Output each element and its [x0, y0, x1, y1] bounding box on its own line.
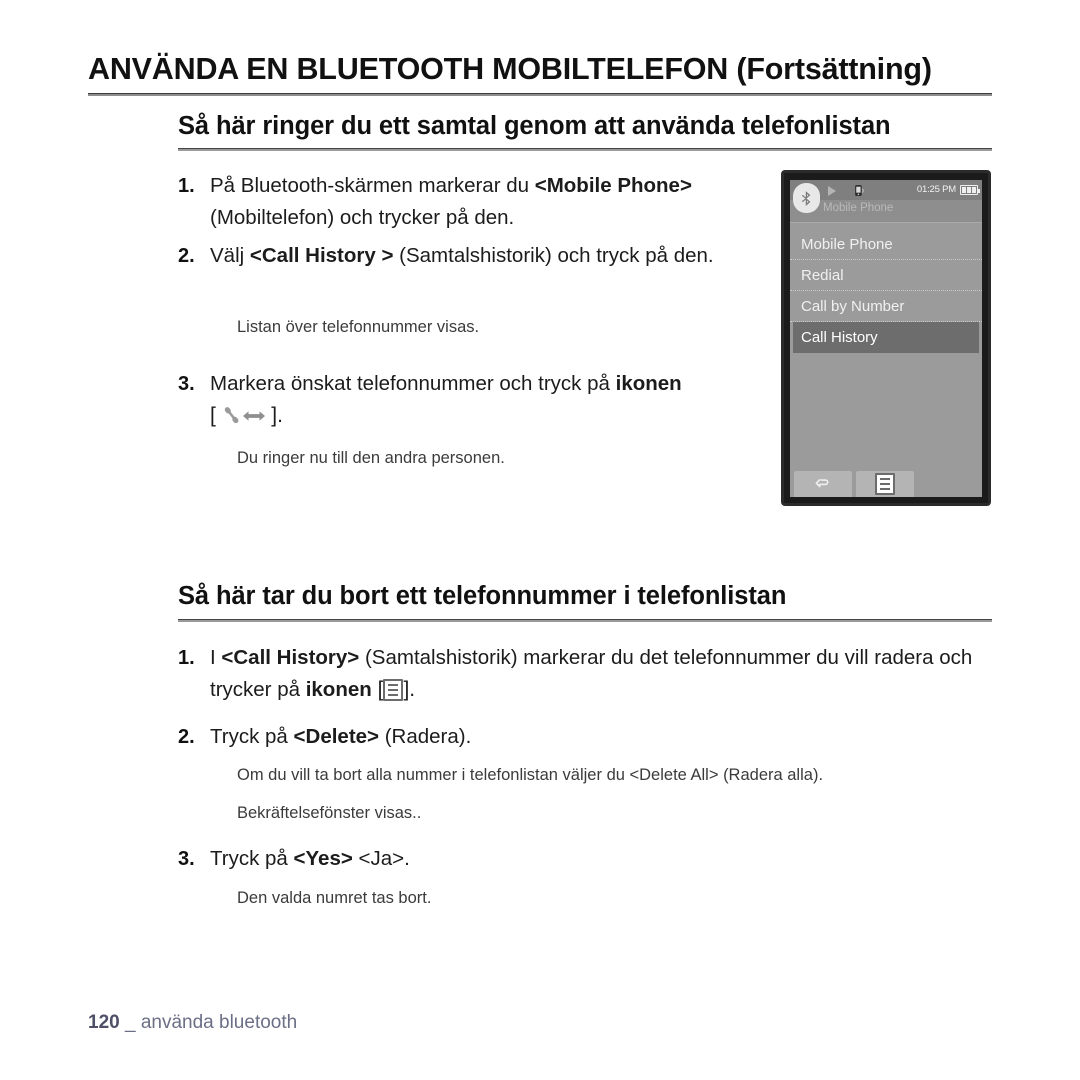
step-text-part: (Radera).: [379, 725, 472, 748]
footer-separator: _: [124, 1012, 136, 1033]
step-number: 2.: [178, 245, 195, 267]
chapter-title: ANVÄNDA EN BLUETOOTH MOBILTELEFON (Forts…: [88, 52, 932, 86]
step-item: 1. På Bluetooth-skärmen markerar du <Mob…: [178, 170, 738, 234]
step-text-bold: <Yes>: [293, 847, 353, 870]
bracket-open: [: [210, 404, 216, 427]
menu-list-icon: [383, 679, 404, 701]
step-text-bold: ikonen: [305, 678, 372, 701]
step-number: 3.: [178, 848, 195, 870]
step-number: 1.: [178, 647, 195, 669]
step-text: I <Call History> (Samtalshistorik) marke…: [210, 642, 990, 706]
step-text: På Bluetooth-skärmen markerar du <Mobile…: [210, 170, 738, 234]
menu-item-mobile-phone[interactable]: Mobile Phone: [790, 229, 982, 260]
status-time: 01:25 PM: [916, 184, 956, 195]
step-text-part: Markera önskat telefonnummer och tryck p…: [210, 372, 616, 395]
battery-full-icon: [960, 185, 980, 195]
section-heading-delete: Så här tar du bort ett telefonnummer i t…: [178, 582, 787, 610]
step-text-part: (Mobiltelefon) och trycker på den.: [210, 206, 515, 229]
step-item: 3. Markera önskat telefonnummer och tryc…: [178, 368, 758, 432]
step-text-part: Välj: [210, 244, 250, 267]
step-text-part: På Bluetooth-skärmen markerar du: [210, 174, 535, 197]
step-text: Tryck på <Yes> <Ja>.: [210, 843, 410, 875]
handset-glyph: [224, 407, 238, 424]
step-note: Listan över telefonnummer visas.: [237, 318, 480, 336]
play-icon: [828, 186, 836, 196]
bracket-close: ].: [271, 404, 283, 427]
bracket-close: ].: [403, 678, 416, 701]
step-text-part: I: [210, 646, 222, 669]
step-note: Om du vill ta bort alla nummer i telefon…: [237, 766, 824, 784]
section-heading-rule: [178, 148, 992, 151]
step-item: 2. Välj <Call History > (Samtalshistorik…: [178, 240, 758, 272]
step-note: Du ringer nu till den andra personen.: [237, 449, 505, 467]
step-text: Tryck på <Delete> (Radera).: [210, 721, 471, 753]
step-text-bold: <Call History>: [221, 646, 360, 669]
manual-page: ANVÄNDA EN BLUETOOTH MOBILTELEFON (Forts…: [0, 0, 1080, 1080]
double-arrow-glyph: [242, 411, 265, 421]
footer-page-number: 120: [88, 1012, 120, 1033]
menu-button[interactable]: [856, 471, 914, 497]
back-button[interactable]: [794, 471, 852, 497]
device-screen-title: Mobile Phone: [823, 202, 894, 214]
step-item: 1. I <Call History> (Samtalshistorik) ma…: [178, 642, 990, 706]
menu-item-call-by-number[interactable]: Call by Number: [790, 291, 982, 322]
step-text-bold: <Delete>: [293, 725, 380, 748]
device-softkey-bar: [790, 467, 982, 497]
device-mockup: 01:25 PM Mobile Phone Mobile Phone Redia…: [781, 170, 991, 506]
step-text-part: <Ja>.: [352, 847, 410, 870]
section-heading-call: Så här ringer du ett samtal genom att an…: [178, 112, 891, 140]
bracket-open: [: [371, 678, 384, 701]
back-arrow-icon: [815, 479, 829, 488]
step-item: 2. Tryck på <Delete> (Radera).: [178, 721, 990, 753]
menu-item-redial[interactable]: Redial: [790, 260, 982, 291]
device-menu-list: Mobile Phone Redial Call by Number Call …: [790, 229, 982, 353]
section-heading-rule: [178, 619, 992, 622]
menu-list-icon: [875, 473, 895, 495]
step-number: 2.: [178, 726, 195, 748]
bluetooth-icon: [793, 183, 820, 213]
step-number: 3.: [178, 373, 195, 395]
step-text-bold: <Mobile Phone>: [534, 174, 692, 197]
chapter-title-rule: [88, 93, 992, 96]
step-item: 3. Tryck på <Yes> <Ja>.: [178, 843, 778, 875]
step-text: Välj <Call History > (Samtalshistorik) o…: [210, 240, 714, 272]
step-text: Markera önskat telefonnummer och tryck p…: [210, 368, 682, 432]
bluetooth-glyph: [801, 190, 811, 206]
step-text-part: Tryck på: [210, 847, 294, 870]
call-phone-icon: [222, 402, 266, 428]
step-text-bold: <Call History >: [249, 244, 394, 267]
step-note: Den valda numret tas bort.: [237, 889, 432, 907]
footer-chapter-label: använda bluetooth: [140, 1012, 298, 1033]
menu-item-call-history[interactable]: Call History: [793, 322, 979, 353]
device-screen: 01:25 PM Mobile Phone Mobile Phone Redia…: [790, 180, 982, 497]
step-text-part: (Samtalshistorik) och tryck på den.: [393, 244, 714, 267]
step-text-bold: ikonen: [615, 372, 682, 395]
phone-status-icon: [855, 185, 864, 196]
step-number: 1.: [178, 175, 195, 197]
page-footer: 120 _ använda bluetooth: [88, 1012, 297, 1034]
step-note: Bekräftelsefönster visas..: [237, 804, 422, 822]
step-text-part: Tryck på: [210, 725, 294, 748]
